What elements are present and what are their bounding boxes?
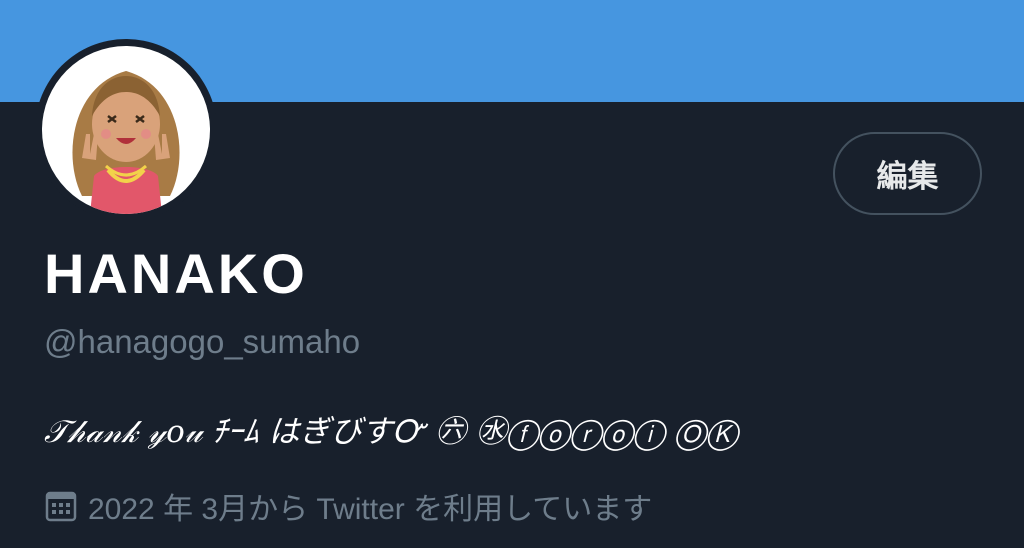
display-name: HANAKO	[44, 242, 308, 305]
username-handle: @hanagogo_sumaho	[44, 323, 361, 360]
avatar-icon	[42, 46, 210, 214]
profile-avatar[interactable]	[35, 39, 217, 221]
join-date: 2022 年 3月から Twitter を利用しています	[44, 486, 652, 526]
profile-bio: 𝒯𝒽𝒶𝓃𝓀 𝓎𝑜𝓊 ﾁｰﾑ はぎびすᏅ ㊅ ㊌ⓕⓞⓡⓞⓘ ⓄⓀ	[44, 414, 739, 450]
join-date-text: 2022 年 3月から Twitter を利用しています	[88, 493, 653, 526]
profile-page: 編集 HANAKO @hanagogo_sumaho 𝒯𝒽𝒶𝓃𝓀 𝓎𝑜𝓊 ﾁｰﾑ…	[0, 0, 1024, 548]
calendar-icon	[45, 491, 77, 522]
edit-profile-button[interactable]: 編集	[833, 132, 982, 215]
